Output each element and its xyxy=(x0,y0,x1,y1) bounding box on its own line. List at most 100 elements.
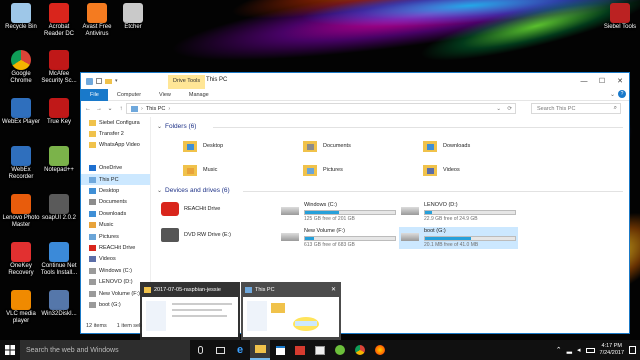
task-view-icon[interactable] xyxy=(210,340,230,360)
nav-item[interactable]: Downloads xyxy=(81,208,150,219)
nav-item[interactable]: Transfer 2 xyxy=(81,128,150,139)
tray-overflow-icon[interactable]: ⌃ xyxy=(556,346,562,354)
new-folder-icon[interactable] xyxy=(105,78,112,84)
network-icon[interactable]: ▂ xyxy=(567,346,572,354)
nav-item[interactable]: Siebel Configura xyxy=(81,117,150,128)
desktop-icon[interactable]: Win32DiskI... xyxy=(40,290,78,318)
drive-item[interactable]: New Volume (F:) 613 GB free of 683 GB xyxy=(279,227,398,249)
desktop-icon[interactable]: WebEx Player xyxy=(2,98,40,126)
folder-item[interactable]: Desktop xyxy=(183,139,223,153)
nav-item[interactable]: OneDrive xyxy=(81,163,150,174)
minimize-button[interactable]: — xyxy=(575,73,593,89)
nav-item[interactable]: Documents xyxy=(81,197,150,208)
mic-icon[interactable] xyxy=(190,340,210,360)
desktop-icon[interactable]: Notepad++ xyxy=(40,146,78,174)
drives-section-header[interactable]: ⌄ Devices and drives (6) xyxy=(157,187,230,194)
back-arrow-icon[interactable]: ← xyxy=(84,106,92,112)
tab-file[interactable]: File xyxy=(81,88,108,101)
start-button[interactable] xyxy=(0,340,20,360)
greenshot-icon[interactable] xyxy=(330,340,350,360)
mail-app-icon[interactable] xyxy=(290,340,310,360)
desktop-icon[interactable]: VLC media player xyxy=(2,290,40,325)
firefox-icon[interactable] xyxy=(370,340,390,360)
help-icon[interactable]: ? xyxy=(618,90,626,98)
desktop-icon[interactable]: WebEx Recorder xyxy=(2,146,40,181)
desktop-icon[interactable]: McAfee Security Sc... xyxy=(40,50,78,85)
action-center-icon[interactable] xyxy=(629,346,636,354)
drive-tools-tab[interactable]: Drive Tools xyxy=(168,75,206,89)
desktop-icon[interactable]: Siebel Tools xyxy=(601,3,639,31)
folder-item[interactable]: Downloads xyxy=(423,139,470,153)
nav-item[interactable]: Desktop xyxy=(81,185,150,196)
volume-icon[interactable]: ◂ xyxy=(577,346,581,354)
pc-icon xyxy=(245,287,252,293)
nav-item[interactable]: Videos xyxy=(81,254,150,265)
expand-ribbon-icon[interactable]: ⌄ xyxy=(610,91,615,98)
close-button[interactable]: ✕ xyxy=(611,73,629,89)
clock[interactable]: 4:17 PM 7/24/2017 xyxy=(600,343,624,357)
desktop-icon-label: WebEx Recorder xyxy=(8,167,34,180)
edge-icon[interactable]: e xyxy=(230,340,250,360)
search-input[interactable]: Search This PC ⌕ xyxy=(531,103,621,114)
nav-item[interactable]: This PC xyxy=(81,173,150,186)
nav-item[interactable]: WhatsApp Video xyxy=(81,140,150,151)
folders-header-label: Folders (6) xyxy=(165,123,197,130)
folder-item[interactable]: Pictures xyxy=(303,163,343,177)
folders-section-header[interactable]: ⌄ Folders (6) xyxy=(157,123,196,130)
folder-item[interactable]: Documents xyxy=(303,139,351,153)
tab-computer[interactable]: Computer xyxy=(108,89,150,101)
drive-item[interactable]: Windows (C:) 125 GB free of 201 GB xyxy=(279,201,398,223)
nav-item-label: Music xyxy=(99,222,114,229)
desktop-icon[interactable]: Etcher xyxy=(114,3,152,31)
chevron-down-icon: ⌄ xyxy=(157,188,163,194)
drive-free-space: 613 GB free of 683 GB xyxy=(304,242,355,248)
pictures-icon xyxy=(303,163,317,177)
forward-arrow-icon[interactable]: → xyxy=(95,106,103,112)
pictures-icon xyxy=(89,233,96,240)
desktop-icon[interactable]: Lenovo Photo Master xyxy=(2,194,40,229)
nav-item[interactable]: Music xyxy=(81,220,150,231)
desktop-icon[interactable]: Avast Free Antivirus xyxy=(78,3,116,38)
refresh-icon[interactable]: ⟳ xyxy=(507,106,512,112)
folder-item[interactable]: Videos xyxy=(423,163,460,177)
close-icon[interactable]: ✕ xyxy=(331,286,336,293)
desktop-icon[interactable]: True Key xyxy=(40,98,78,126)
drive-item[interactable]: LENOVO (D:) 22.9 GB free of 24.9 GB xyxy=(399,201,518,223)
taskbar-preview-raspbian[interactable]: 2017-07-05-raspbian-jessie xyxy=(140,282,240,340)
desktop-icon[interactable]: Google Chrome xyxy=(2,50,40,85)
downloads-icon xyxy=(89,210,96,217)
address-bar[interactable]: › This PC › ⌄ ⟳ xyxy=(126,103,516,114)
address-dropdown-icon[interactable]: ⌄ xyxy=(496,106,501,112)
tab-view[interactable]: View xyxy=(150,89,180,101)
up-arrow-icon[interactable]: ↑ xyxy=(117,106,125,112)
folder-item[interactable]: Music xyxy=(183,163,217,177)
drive-item[interactable]: DVD RW Drive (E:) xyxy=(159,227,233,243)
title-bar[interactable]: ▾ Drive Tools This PC — ☐ ✕ xyxy=(81,73,629,89)
battery-icon[interactable] xyxy=(585,347,595,353)
desktop-icon[interactable]: Continue Net Tools Install... xyxy=(40,242,78,277)
tab-manage[interactable]: Manage xyxy=(180,89,218,101)
nav-item-label: New Volume (F:) xyxy=(99,290,140,297)
desktop-icon[interactable]: OneKey Recovery xyxy=(2,242,40,277)
maximize-button[interactable]: ☐ xyxy=(593,73,611,89)
drive-item[interactable]: REACHit Drive xyxy=(159,201,222,217)
nav-item[interactable]: Windows (C:) xyxy=(81,265,150,276)
desktop-icon[interactable]: Acrobat Reader DC xyxy=(40,3,78,38)
properties-icon[interactable] xyxy=(96,78,102,84)
pc-icon[interactable] xyxy=(86,77,93,85)
file-explorer-taskbar-icon[interactable] xyxy=(250,340,270,360)
dropdown-icon[interactable]: ▾ xyxy=(115,78,118,85)
taskbar-search-box[interactable]: Search the web and Windows xyxy=(20,340,190,360)
address-text[interactable]: This PC xyxy=(146,106,166,112)
store-icon[interactable] xyxy=(270,340,290,360)
downloads-icon xyxy=(423,139,437,153)
photos-icon[interactable] xyxy=(310,340,330,360)
nav-item[interactable]: Pictures xyxy=(81,231,150,242)
taskbar-preview-this-pc[interactable]: This PC ✕ xyxy=(241,282,341,340)
recent-dropdown-icon[interactable]: ⌄ xyxy=(106,105,114,112)
nav-item[interactable]: REACHit Drive xyxy=(81,242,150,253)
chrome-icon[interactable] xyxy=(350,340,370,360)
desktop-icon[interactable]: soapUI 2.0.2 xyxy=(40,194,78,222)
desktop-icon[interactable]: Recycle Bin xyxy=(2,3,40,31)
drive-item[interactable]: boot (G:) 20.1 MB free of 41.0 MB xyxy=(399,227,518,249)
